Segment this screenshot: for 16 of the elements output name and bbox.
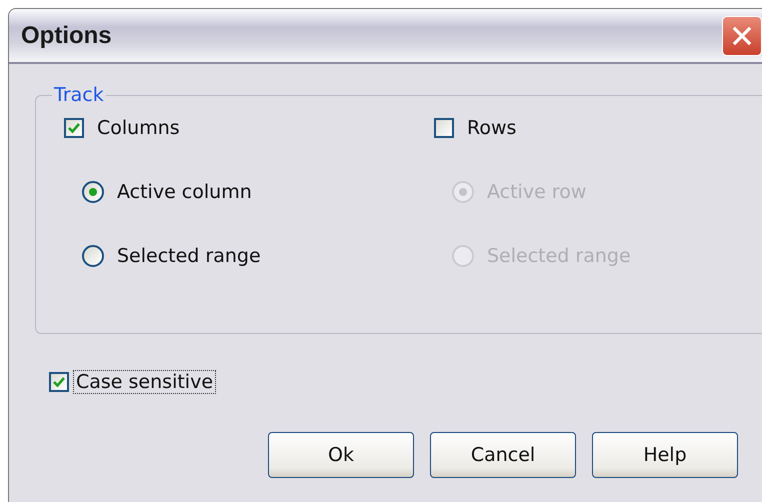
radio-button[interactable] — [82, 245, 104, 267]
radio-option[interactable]: Active column — [82, 180, 434, 204]
dialog-button[interactable]: Help — [592, 432, 738, 478]
window-title: Options — [21, 22, 112, 50]
radio-button[interactable] — [82, 181, 104, 203]
dialog-button[interactable]: Ok — [268, 432, 414, 478]
radio-option[interactable]: Selected range — [82, 244, 434, 268]
checkbox[interactable] — [64, 118, 84, 138]
checkbox-option[interactable]: Case sensitive — [49, 370, 740, 394]
checkbox-option[interactable]: Columns — [64, 116, 434, 140]
checkbox[interactable] — [49, 372, 69, 392]
close-button[interactable] — [722, 16, 762, 56]
checkmark-icon — [52, 375, 66, 389]
dialog-button[interactable]: Cancel — [430, 432, 576, 478]
group-label: Track — [53, 84, 105, 106]
checkmark-icon — [67, 121, 81, 135]
